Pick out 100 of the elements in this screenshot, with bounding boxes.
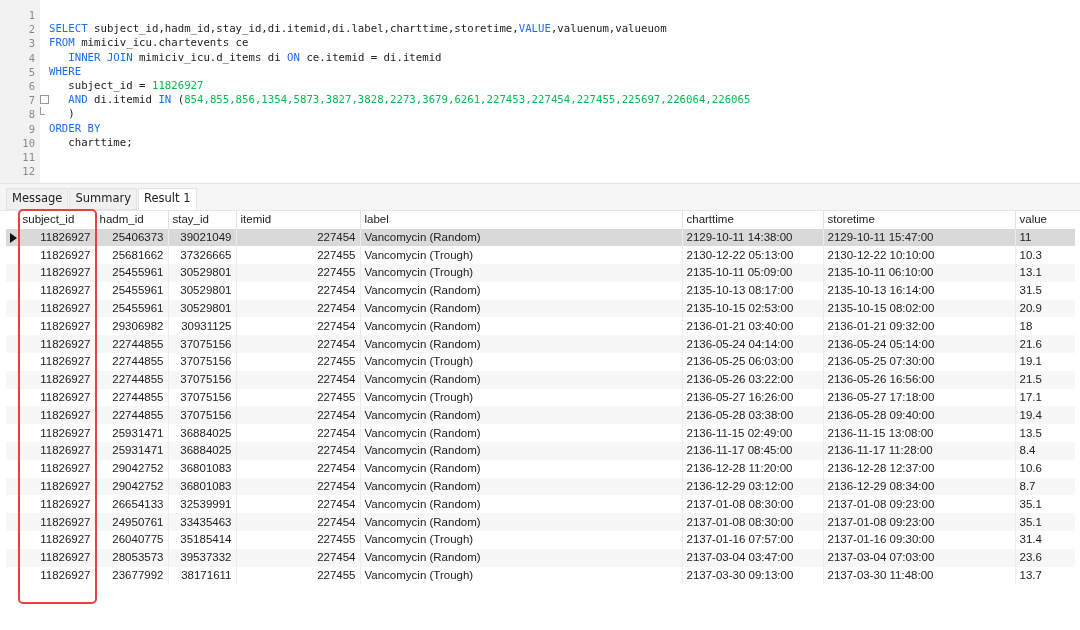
table-cell: Vancomycin (Random) — [360, 406, 682, 425]
table-cell: 2137-03-04 03:47:00 — [682, 548, 823, 567]
table-cell: 11826927 — [18, 477, 95, 496]
line-number: 11 — [22, 150, 35, 163]
table-cell: Vancomycin (Trough) — [360, 353, 682, 371]
code-line: INNER JOIN mimiciv_icu.d_items di ON ce.itemid = di.itemid — [67, 50, 442, 65]
table-cell: 23.6 — [1015, 548, 1075, 567]
table-cell: 19.4 — [1015, 406, 1075, 425]
table-cell: 2135-10-13 08:17:00 — [682, 281, 823, 300]
table-cell: 31.5 — [1015, 281, 1075, 300]
table-cell: 2136-05-24 05:14:00 — [823, 335, 1015, 354]
line-number: 12 — [22, 165, 35, 178]
table-cell: 2137-01-08 09:23:00 — [823, 513, 1015, 532]
table-cell: 38171611 — [168, 566, 236, 585]
table-cell: 22744855 — [95, 353, 168, 371]
table-cell: 11826927 — [18, 531, 95, 549]
table-cell: Vancomycin (Random) — [360, 228, 682, 247]
table-cell: 25455961 — [95, 264, 168, 282]
table-cell: 227455 — [236, 353, 360, 371]
table-cell: 37075156 — [168, 335, 236, 354]
table-cell: 11 — [1015, 228, 1075, 247]
table-cell: 2137-03-30 09:13:00 — [682, 566, 823, 585]
table-cell: 227455 — [236, 264, 360, 282]
table-cell: 2136-12-28 12:37:00 — [823, 459, 1015, 478]
table-cell: 28053573 — [95, 548, 168, 567]
table-cell: 2136-05-25 06:03:00 — [682, 353, 823, 371]
fold-toggle-icon[interactable] — [40, 95, 49, 105]
tab[interactable]: Message — [6, 188, 69, 211]
code-line: AND di.itemid IN (854,855,856,1354,5873,3827,3828,2273,3679,6261,227453,227454,227455,225697,226064,226065 — [67, 93, 751, 108]
table-cell: 8.7 — [1015, 477, 1075, 496]
code-line: subject_id = 11826927 — [67, 78, 204, 94]
table-cell: 2136-05-25 07:30:00 — [823, 353, 1015, 371]
table-cell: 11826927 — [18, 228, 95, 247]
table-cell: 2135-10-15 08:02:00 — [823, 299, 1015, 318]
table-cell: 35.1 — [1015, 513, 1075, 532]
table-cell: Vancomycin (Random) — [360, 548, 682, 567]
table-cell: 35185414 — [168, 531, 236, 549]
table-cell: 21.6 — [1015, 335, 1075, 354]
table-cell: 26040775 — [95, 531, 168, 549]
table-cell: 37075156 — [168, 353, 236, 371]
line-number: 10 — [22, 136, 35, 149]
table-cell: 30529801 — [168, 281, 236, 300]
column-header[interactable]: label — [360, 211, 682, 229]
table-cell: 11826927 — [18, 513, 95, 532]
table-cell: 2129-10-11 14:38:00 — [682, 228, 823, 247]
column-header[interactable]: value — [1015, 211, 1075, 229]
table-cell: 227454 — [236, 459, 360, 478]
column-header[interactable]: storetime — [823, 211, 1015, 229]
table-cell: 227454 — [236, 406, 360, 425]
column-header[interactable]: itemid — [236, 211, 360, 229]
table-cell: Vancomycin (Random) — [360, 459, 682, 478]
table-cell: 2136-12-28 11:20:00 — [682, 459, 823, 478]
column-header[interactable]: hadm_id — [95, 211, 168, 229]
table-cell: 2137-01-16 09:30:00 — [823, 531, 1015, 549]
table-cell: Vancomycin (Random) — [360, 477, 682, 496]
table-cell: 2136-12-29 03:12:00 — [682, 477, 823, 496]
table-cell: Vancomycin (Random) — [360, 370, 682, 389]
table-cell: 11826927 — [18, 548, 95, 567]
table-cell: 25931471 — [95, 442, 168, 460]
line-number: 4 — [28, 51, 35, 64]
table-cell: 37075156 — [168, 370, 236, 389]
table-cell: 2137-03-04 07:03:00 — [823, 548, 1015, 567]
column-header[interactable]: charttime — [682, 211, 823, 229]
table-cell: 2136-11-17 08:45:00 — [682, 442, 823, 460]
table-cell: 2136-05-24 04:14:00 — [682, 335, 823, 354]
column-header[interactable]: subject_id — [18, 211, 95, 229]
table-cell: 22744855 — [95, 335, 168, 354]
line-number: 2 — [28, 23, 35, 36]
tab[interactable]: Result 1 — [138, 188, 197, 211]
table-cell: 11826927 — [18, 299, 95, 318]
line-number: 3 — [28, 37, 35, 50]
table-cell: 11826927 — [18, 406, 95, 425]
line-number: 9 — [28, 122, 35, 135]
table-cell: 11826927 — [18, 353, 95, 371]
line-number: 1 — [28, 9, 35, 21]
table-cell: Vancomycin (Random) — [360, 513, 682, 532]
table-cell: 11826927 — [18, 335, 95, 354]
table-cell: 22744855 — [95, 370, 168, 389]
table-cell: 227455 — [236, 531, 360, 549]
table-cell: 2136-05-26 16:56:00 — [823, 370, 1015, 389]
table-cell: Vancomycin (Trough) — [360, 264, 682, 282]
table-cell: 227454 — [236, 477, 360, 496]
table-cell: Vancomycin (Random) — [360, 442, 682, 460]
table-cell: 227454 — [236, 370, 360, 389]
row-pointer-icon — [10, 232, 17, 243]
table-cell: 31.4 — [1015, 531, 1075, 549]
table-cell: 11826927 — [18, 264, 95, 282]
tab[interactable]: Summary — [69, 188, 137, 211]
table-cell: 2136-05-26 03:22:00 — [682, 370, 823, 389]
table-cell: 25455961 — [95, 299, 168, 318]
code-line: charttime; — [67, 135, 133, 150]
line-number: 6 — [28, 79, 35, 92]
table-cell: 227454 — [236, 548, 360, 567]
table-cell: 2136-11-17 11:28:00 — [823, 442, 1015, 460]
column-header[interactable]: stay_id — [168, 211, 236, 229]
table-cell: 36801083 — [168, 459, 236, 478]
code-line: FROM mimiciv_icu.chartevents ce — [49, 36, 249, 51]
line-number: 8 — [28, 108, 35, 121]
table-cell: Vancomycin (Random) — [360, 335, 682, 354]
table-cell: 2137-01-16 07:57:00 — [682, 531, 823, 549]
